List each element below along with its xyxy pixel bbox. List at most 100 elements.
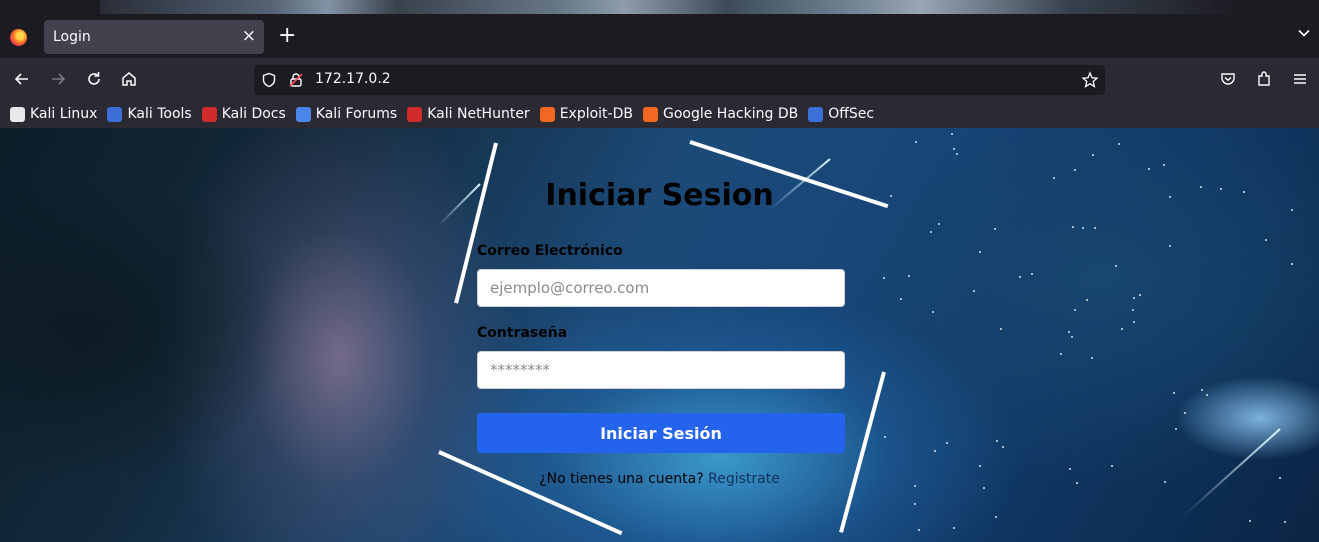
- star-decoration: [1019, 275, 1022, 278]
- password-input[interactable]: [477, 351, 845, 389]
- star-decoration: [907, 275, 910, 278]
- star-decoration: [979, 251, 982, 254]
- star-decoration: [1031, 273, 1034, 276]
- new-tab-button[interactable]: +: [278, 24, 296, 48]
- star-decoration: [915, 141, 918, 144]
- extensions-button[interactable]: [1253, 68, 1275, 90]
- close-icon[interactable]: ×: [242, 26, 256, 46]
- star-decoration: [918, 529, 921, 532]
- pocket-button[interactable]: [1217, 68, 1239, 90]
- browser-tab-strip: Login × +: [0, 0, 1319, 58]
- page-title: Iniciar Sesion: [545, 178, 774, 213]
- hamburger-menu-icon: [1294, 74, 1306, 84]
- bookmark-kali-linux[interactable]: Kali Linux: [10, 106, 97, 122]
- bookmark-kali-docs[interactable]: Kali Docs: [201, 106, 286, 122]
- star-decoration: [1082, 227, 1085, 230]
- star-decoration: [1148, 167, 1151, 170]
- star-decoration: [1073, 308, 1076, 311]
- star-decoration: [1094, 227, 1097, 230]
- puzzle-icon: [1258, 71, 1270, 86]
- bookmark-exploit-db[interactable]: Exploit-DB: [539, 106, 633, 122]
- bookmark-kali-nethunter[interactable]: Kali NetHunter: [407, 106, 530, 122]
- home-button[interactable]: [118, 68, 140, 90]
- reload-icon: [88, 72, 100, 85]
- star-decoration: [1071, 226, 1074, 229]
- bookmark-label: Kali NetHunter: [427, 106, 530, 122]
- star-decoration: [1132, 320, 1135, 323]
- star-decoration: [1133, 297, 1136, 300]
- star-decoration: [978, 465, 981, 468]
- star-decoration: [933, 450, 936, 453]
- chevron-down-icon[interactable]: [1297, 26, 1311, 40]
- bookmark-kali-tools[interactable]: Kali Tools: [107, 106, 192, 122]
- bookmark-label: Google Hacking DB: [662, 106, 799, 122]
- forward-button[interactable]: [47, 68, 69, 90]
- frame-line-bottom-left: [438, 450, 623, 536]
- kali-dragon-icon: [10, 106, 25, 122]
- email-label: Correo Electrónico: [477, 243, 623, 259]
- bookmark-google-hacking-db[interactable]: Google Hacking DB: [642, 106, 799, 122]
- signup-prompt: ¿No tienes una cuenta?: [539, 471, 704, 487]
- bookmark-star-icon[interactable]: [1081, 71, 1099, 89]
- star-decoration: [1068, 331, 1071, 334]
- star-decoration: [1092, 153, 1095, 156]
- login-button[interactable]: Iniciar Sesión: [477, 413, 845, 453]
- tab-strip-background-art: [100, 0, 1240, 14]
- star-decoration: [883, 435, 886, 438]
- kali-forums-icon: [295, 106, 311, 122]
- star-decoration: [1073, 169, 1076, 172]
- bookmark-label: Kali Forums: [315, 106, 398, 122]
- url-bar[interactable]: 172.17.0.2: [254, 65, 1105, 95]
- star-decoration: [1115, 265, 1118, 268]
- star-decoration: [1000, 328, 1003, 331]
- star-decoration: [1002, 445, 1005, 448]
- menu-button[interactable]: [1289, 68, 1311, 90]
- firefox-icon[interactable]: [10, 29, 27, 46]
- star-decoration: [1110, 465, 1113, 468]
- pocket-icon: [1221, 73, 1235, 85]
- star-decoration: [1162, 163, 1165, 166]
- star-decoration: [996, 439, 999, 442]
- tab-login[interactable]: Login ×: [44, 20, 264, 54]
- star-decoration: [938, 222, 941, 225]
- bookmark-label: Kali Tools: [127, 106, 192, 122]
- star-decoration: [1085, 298, 1088, 301]
- tab-title: Login: [53, 29, 91, 45]
- shield-icon[interactable]: [260, 71, 278, 89]
- star-decoration: [993, 227, 996, 230]
- star-decoration: [929, 230, 932, 233]
- star-decoration: [1184, 412, 1187, 415]
- login-page: Iniciar Sesion Correo Electrónico Contra…: [0, 128, 1319, 542]
- exploit-db-icon: [539, 106, 555, 122]
- kali-nethunter-icon: [407, 106, 423, 122]
- star-decoration: [1174, 427, 1177, 430]
- arrow-left-icon: [14, 73, 28, 85]
- url-text[interactable]: 172.17.0.2: [315, 71, 391, 87]
- signup-link[interactable]: Registrate: [708, 471, 780, 487]
- bookmark-kali-forums[interactable]: Kali Forums: [295, 106, 398, 122]
- star-decoration: [1120, 327, 1123, 330]
- star-decoration: [972, 290, 975, 293]
- home-icon: [122, 72, 136, 86]
- star-decoration: [1139, 293, 1142, 296]
- kali-docs-icon: [201, 106, 217, 122]
- bookmark-label: Exploit-DB: [559, 106, 633, 122]
- arrow-right-icon: [52, 73, 66, 85]
- frame-line-bottom-right: [839, 371, 886, 533]
- bookmark-offsec[interactable]: OffSec: [808, 106, 874, 122]
- star-decoration: [1090, 357, 1093, 360]
- email-input[interactable]: [477, 269, 845, 307]
- insecure-lock-icon[interactable]: [287, 71, 305, 89]
- star-decoration: [952, 147, 955, 150]
- back-button[interactable]: [11, 68, 33, 90]
- star-decoration: [1201, 389, 1204, 392]
- star-decoration: [1168, 245, 1171, 248]
- star-decoration: [1172, 391, 1175, 394]
- bookmark-label: OffSec: [828, 106, 875, 122]
- star-decoration: [953, 527, 956, 530]
- star-decoration: [1060, 353, 1063, 356]
- reload-button[interactable]: [83, 68, 105, 90]
- star-decoration: [883, 276, 885, 279]
- star-decoration: [950, 133, 953, 136]
- star-decoration: [914, 503, 917, 506]
